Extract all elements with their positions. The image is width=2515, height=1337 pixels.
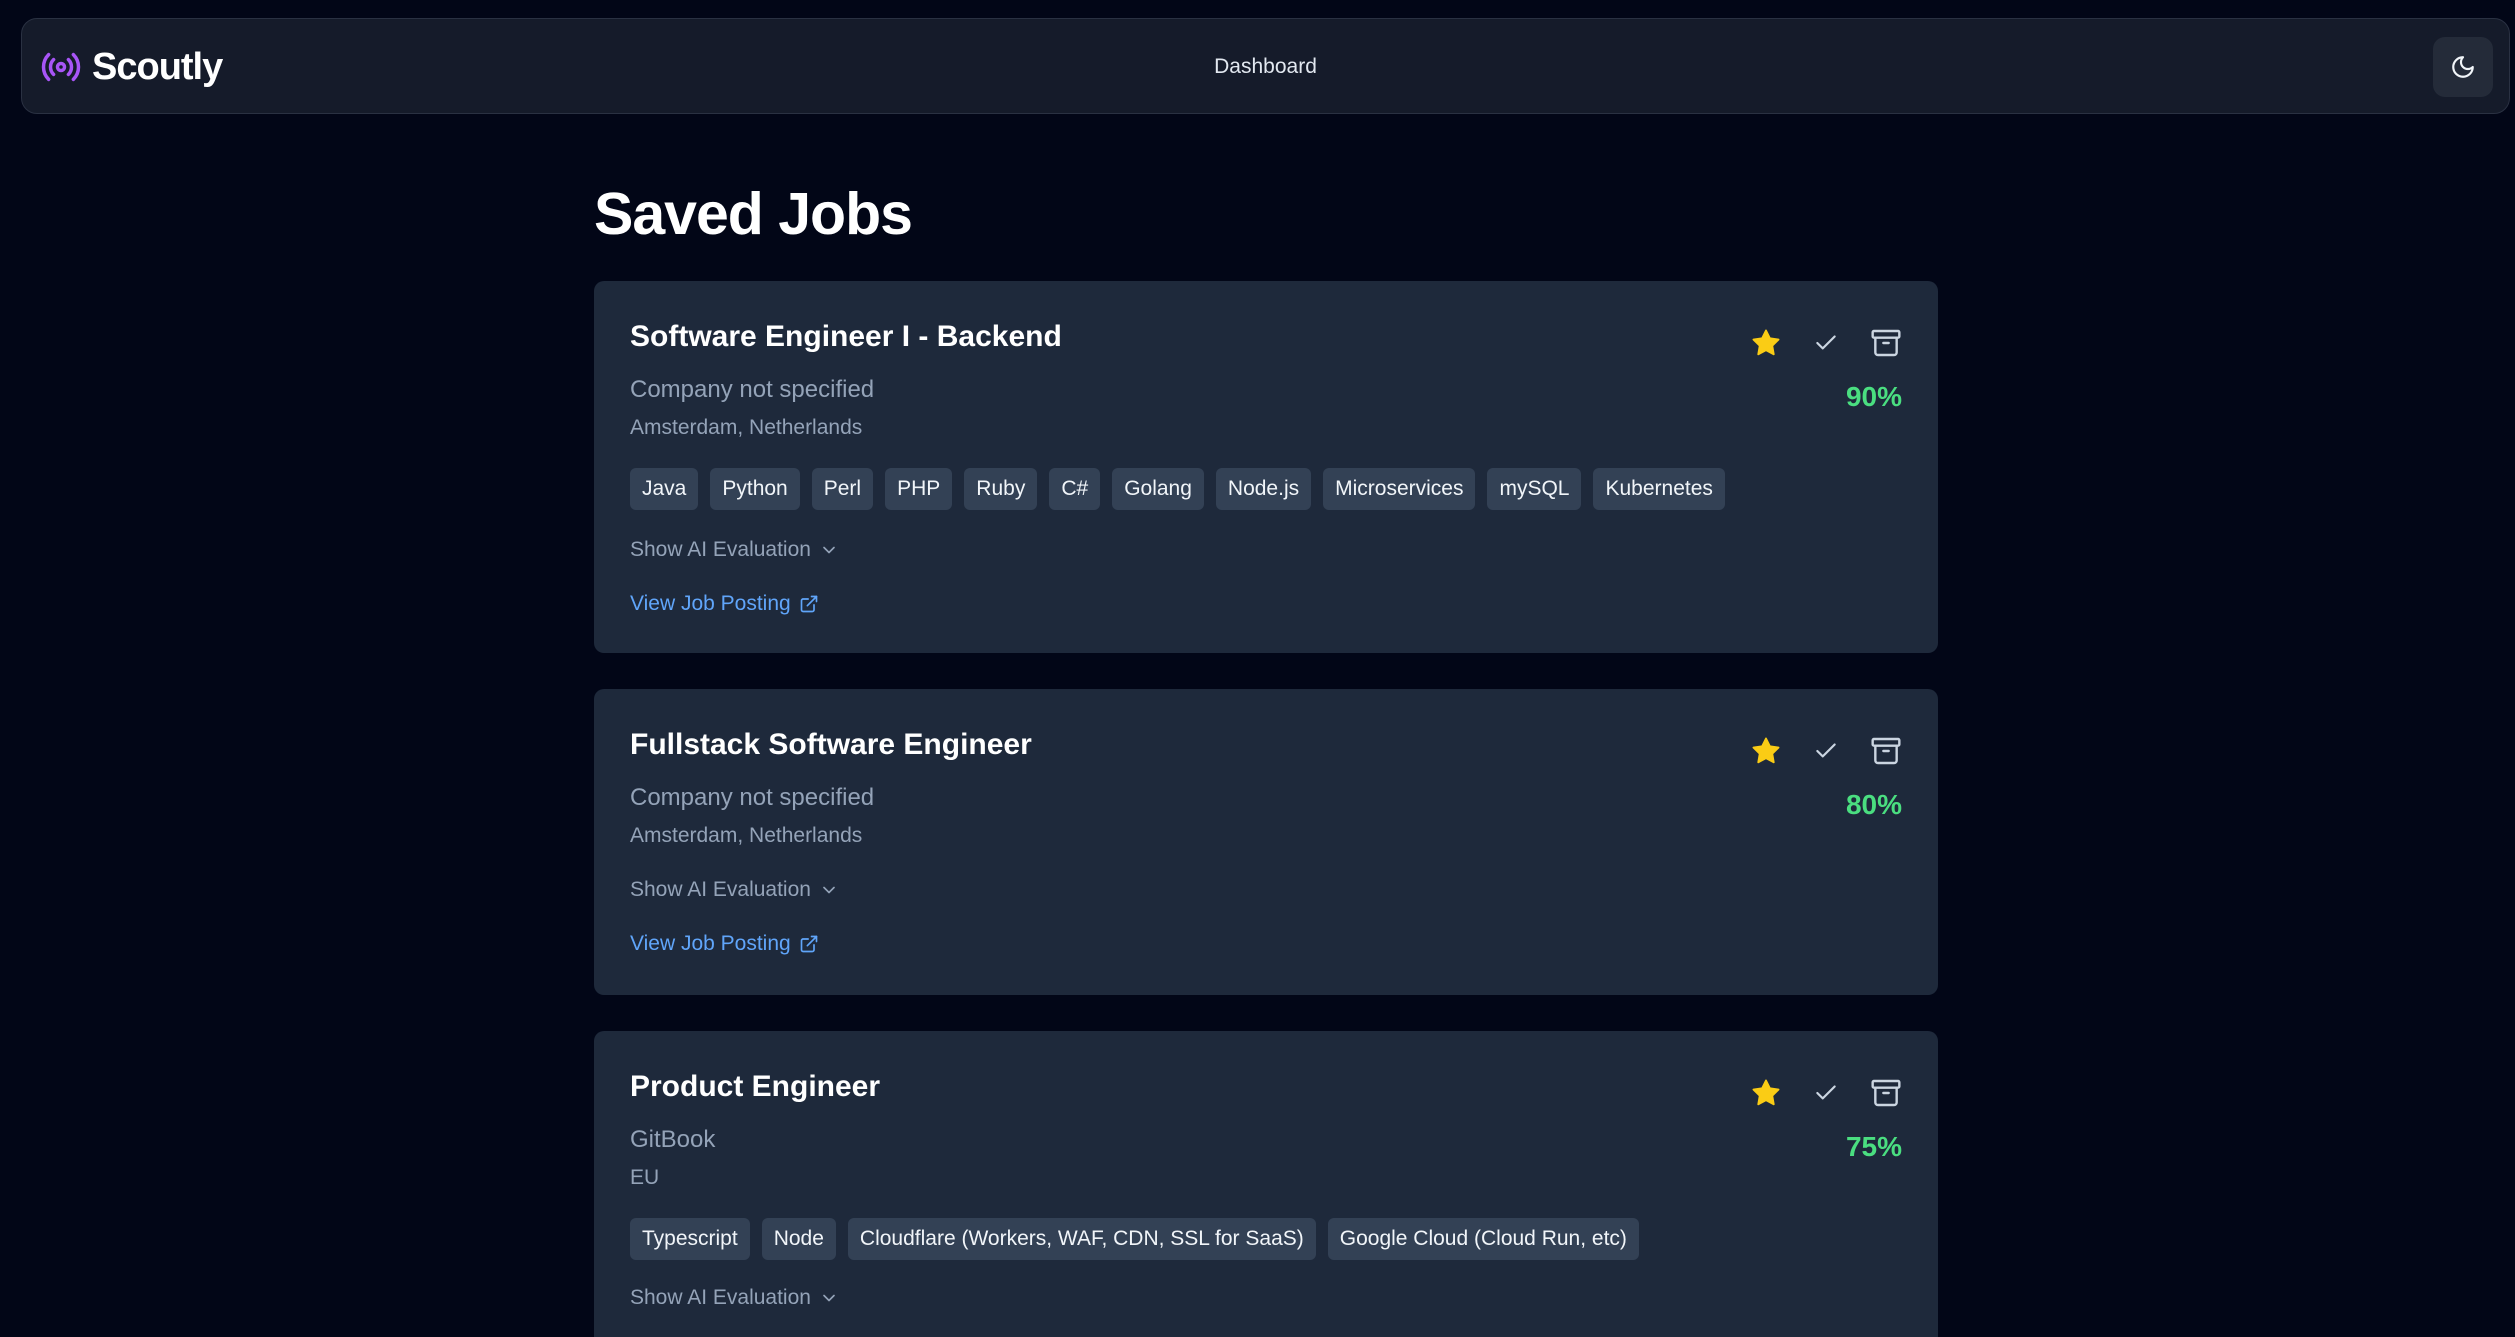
star-icon: [1752, 329, 1780, 356]
show-ai-evaluation-label: Show AI Evaluation: [630, 878, 811, 901]
job-card: Product Engineer GitBook EU 75% Typescri…: [594, 1031, 1938, 1337]
save-star-button[interactable]: [1744, 1071, 1788, 1115]
skill-tags: Java Python Perl PHP Ruby C# Golang Node…: [630, 468, 1725, 510]
show-ai-evaluation-toggle[interactable]: Show AI Evaluation: [630, 538, 839, 562]
save-star-button[interactable]: [1744, 321, 1788, 365]
check-icon: [1816, 335, 1836, 350]
nav-dashboard-link[interactable]: Dashboard: [1214, 19, 1317, 115]
theme-toggle-button[interactable]: [2433, 37, 2493, 97]
job-actions: [1722, 321, 1902, 365]
save-star-button[interactable]: [1744, 729, 1788, 773]
star-icon: [1752, 737, 1780, 764]
external-link-icon: [800, 935, 818, 953]
archive-icon: [1871, 737, 1901, 765]
job-title: Software Engineer I - Backend: [630, 320, 1062, 353]
skill-tag: Kubernetes: [1593, 468, 1725, 510]
skill-tag: Typescript: [630, 1218, 750, 1260]
chevron-down-icon: [823, 886, 835, 894]
archive-icon: [1871, 1079, 1901, 1107]
show-ai-evaluation-label: Show AI Evaluation: [630, 538, 811, 561]
job-company: Company not specified: [630, 784, 875, 811]
skill-tag: Cloudflare (Workers, WAF, CDN, SSL for S…: [847, 1218, 1316, 1260]
job-title: Product Engineer: [630, 1070, 881, 1103]
view-job-posting-label: View Job Posting: [630, 592, 791, 615]
match-score: 90%: [1845, 381, 1902, 412]
skill-tag: mySQL: [1487, 468, 1582, 510]
skill-tag: Node: [761, 1218, 836, 1260]
match-score: 80%: [1845, 789, 1902, 820]
job-title: Fullstack Software Engineer: [630, 728, 1032, 761]
skill-tag: Perl: [811, 468, 874, 510]
skill-tag: Node.js: [1215, 468, 1312, 510]
check-icon: [1816, 1085, 1836, 1100]
job-location: Amsterdam, Netherlands: [630, 416, 863, 439]
broadcast-icon: [41, 52, 81, 82]
chevron-down-icon: [823, 546, 835, 554]
archive-icon: [1871, 329, 1901, 357]
skill-tag: C#: [1049, 468, 1101, 510]
page-title: Saved Jobs: [594, 181, 913, 247]
show-ai-evaluation-toggle[interactable]: Show AI Evaluation: [630, 878, 839, 902]
archive-button[interactable]: [1864, 1071, 1908, 1115]
job-card: Fullstack Software Engineer Company not …: [594, 689, 1938, 995]
skill-tag: PHP: [885, 468, 953, 510]
star-icon: [1752, 1079, 1780, 1106]
job-actions: [1722, 729, 1902, 773]
job-location: EU: [630, 1166, 660, 1189]
show-ai-evaluation-toggle[interactable]: Show AI Evaluation: [630, 1286, 839, 1310]
chevron-down-icon: [823, 1294, 835, 1302]
skill-tags: Typescript Node Cloudflare (Workers, WAF…: [630, 1218, 1639, 1260]
job-company: GitBook: [630, 1126, 716, 1153]
mark-applied-button[interactable]: [1804, 1071, 1848, 1115]
skill-tag: Google Cloud (Cloud Run, etc): [1327, 1218, 1639, 1260]
job-company: Company not specified: [630, 376, 875, 403]
check-icon: [1816, 743, 1836, 758]
moon-icon: [2452, 56, 2474, 78]
archive-button[interactable]: [1864, 321, 1908, 365]
brand-name: Scoutly: [92, 45, 223, 88]
skill-tag: Python: [710, 468, 800, 510]
show-ai-evaluation-label: Show AI Evaluation: [630, 1286, 811, 1309]
skill-tag: Golang: [1112, 468, 1204, 510]
view-job-posting-label: View Job Posting: [630, 932, 791, 955]
job-location: Amsterdam, Netherlands: [630, 824, 863, 847]
job-card: Software Engineer I - Backend Company no…: [594, 281, 1938, 653]
match-score: 75%: [1845, 1131, 1902, 1162]
brand-logo[interactable]: Scoutly: [40, 19, 223, 115]
mark-applied-button[interactable]: [1804, 321, 1848, 365]
skill-tag: Ruby: [964, 468, 1038, 510]
mark-applied-button[interactable]: [1804, 729, 1848, 773]
external-link-icon: [800, 595, 818, 613]
top-navbar: Scoutly Dashboard: [21, 18, 2510, 114]
job-actions: [1722, 1071, 1902, 1115]
view-job-posting-link[interactable]: View Job Posting: [630, 932, 819, 956]
skill-tag: Microservices: [1323, 468, 1476, 510]
view-job-posting-link[interactable]: View Job Posting: [630, 592, 819, 616]
archive-button[interactable]: [1864, 729, 1908, 773]
skill-tag: Java: [630, 468, 699, 510]
